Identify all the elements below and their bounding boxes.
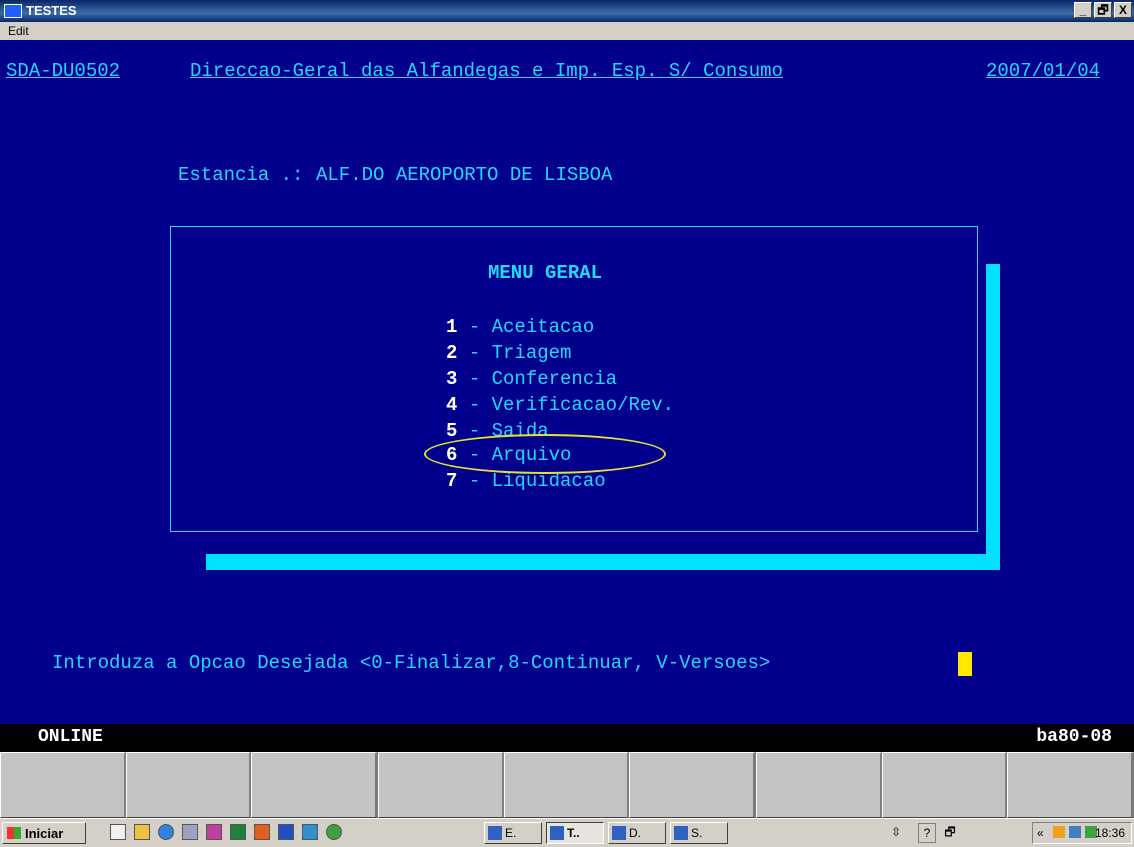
word-doc-icon xyxy=(674,826,688,840)
menu-item-key: 4 xyxy=(446,394,458,416)
restore-window-icon[interactable]: 🗗 xyxy=(942,823,958,841)
start-button[interactable]: Iniciar xyxy=(2,822,86,844)
excel-icon[interactable] xyxy=(230,824,246,840)
desktop-icon[interactable] xyxy=(110,824,126,840)
menu-box-shadow-right xyxy=(986,264,1000,570)
menu-item-conferencia[interactable]: 3 - Conferencia xyxy=(446,368,617,390)
function-key-7[interactable] xyxy=(756,752,882,818)
scroll-updown-icon[interactable]: ⇳ xyxy=(888,823,904,841)
taskbar-button-label: T.. xyxy=(567,826,580,840)
window-title: TESTES xyxy=(26,3,77,18)
status-bar: ONLINE ba80-08 xyxy=(0,724,1134,752)
menu-item-aceitacao[interactable]: 1 - Aceitacao xyxy=(446,316,594,338)
option-prompt: Introduza a Opcao Desejada <0-Finalizar,… xyxy=(52,652,771,674)
function-key-8[interactable] xyxy=(881,752,1008,818)
input-cursor[interactable] xyxy=(958,652,972,676)
network-icon[interactable] xyxy=(182,824,198,840)
terminal-icon xyxy=(550,826,564,840)
minimize-button[interactable]: _ xyxy=(1074,2,1092,18)
tray-clock-icon[interactable] xyxy=(1053,826,1065,838)
estancia-value: ALF.DO AEROPORTO DE LISBOA xyxy=(316,164,613,186)
taskbar-button-label: E. xyxy=(505,826,517,840)
function-key-9[interactable] xyxy=(1007,752,1134,818)
menu-item-label: - Triagem xyxy=(468,342,572,364)
function-key-3[interactable] xyxy=(251,752,379,818)
function-key-1[interactable] xyxy=(0,752,126,818)
start-label: Iniciar xyxy=(25,826,64,841)
menu-item-label: - Conferencia xyxy=(468,368,618,390)
word-icon[interactable] xyxy=(278,824,294,840)
window-title-bar[interactable]: TESTES _ 🗗 X xyxy=(0,0,1134,22)
menu-item-verificacao[interactable]: 4 - Verificacao/Rev. xyxy=(446,394,674,416)
taskbar-button-label: S. xyxy=(691,826,703,840)
taskbar-button-t[interactable]: T.. xyxy=(546,822,604,844)
status-online: ONLINE xyxy=(38,727,103,747)
menu-item-key: 5 xyxy=(446,420,458,442)
system-date: 2007/01/04 xyxy=(986,60,1101,82)
taskbar-button-e[interactable]: E. xyxy=(484,822,542,844)
menu-box-shadow-bottom xyxy=(206,554,1000,570)
help-icon[interactable]: ? xyxy=(918,823,936,843)
powerpoint-icon[interactable] xyxy=(206,824,222,840)
tray-expand-icon[interactable]: « xyxy=(1037,826,1044,840)
menu-item-key: 2 xyxy=(446,342,458,364)
windows-taskbar: Iniciar E. T.. D. S. ⇳ ? 🗗 « 18:36 xyxy=(0,818,1134,847)
menu-item-key: 3 xyxy=(446,368,458,390)
restore-button[interactable]: 🗗 xyxy=(1094,2,1112,18)
app-icon xyxy=(488,826,502,840)
taskbar-button-d[interactable]: D. xyxy=(608,822,666,844)
function-key-bar xyxy=(0,752,1134,818)
system-tray: « 18:36 xyxy=(1032,822,1132,844)
media-icon[interactable] xyxy=(326,824,342,840)
taskbar-button-label: D. xyxy=(629,826,641,840)
refresh-icon[interactable] xyxy=(302,824,318,840)
menu-edit[interactable]: Edit xyxy=(8,24,29,38)
organization-title: Direccao-Geral das Alfandegas e Imp. Esp… xyxy=(190,60,783,82)
function-key-5[interactable] xyxy=(503,752,630,818)
terminal-app-icon xyxy=(4,4,22,18)
word-doc-icon xyxy=(612,826,626,840)
menu-item-key: 7 xyxy=(446,470,458,492)
highlight-ellipse xyxy=(424,434,666,474)
internet-explorer-icon[interactable] xyxy=(158,824,174,840)
program-id: SDA-DU0502 xyxy=(6,60,121,82)
status-session: ba80-08 xyxy=(1036,727,1112,747)
menu-item-key: 1 xyxy=(446,316,458,338)
system-clock[interactable]: 18:36 xyxy=(1095,826,1125,840)
tray-network-icon[interactable] xyxy=(1069,826,1081,838)
close-button[interactable]: X xyxy=(1114,2,1132,18)
clock-icon[interactable] xyxy=(134,824,150,840)
estancia-label: Estancia .: xyxy=(178,164,304,186)
menu-item-label: - Aceitacao xyxy=(468,316,595,338)
menu-item-triagem[interactable]: 2 - Triagem xyxy=(446,342,571,364)
menu-item-label: - Verificacao/Rev. xyxy=(468,394,675,416)
taskbar-button-s[interactable]: S. xyxy=(670,822,728,844)
menu-bar: Edit xyxy=(0,22,1134,40)
windows-flag-icon xyxy=(7,827,21,839)
function-key-6[interactable] xyxy=(629,752,757,818)
terminal-screen[interactable]: SDA-DU0502 Direccao-Geral das Alfandegas… xyxy=(0,40,1134,724)
function-key-4[interactable] xyxy=(378,752,504,818)
menu-title: MENU GERAL xyxy=(488,262,603,284)
outlook-icon[interactable] xyxy=(254,824,270,840)
function-key-2[interactable] xyxy=(125,752,252,818)
